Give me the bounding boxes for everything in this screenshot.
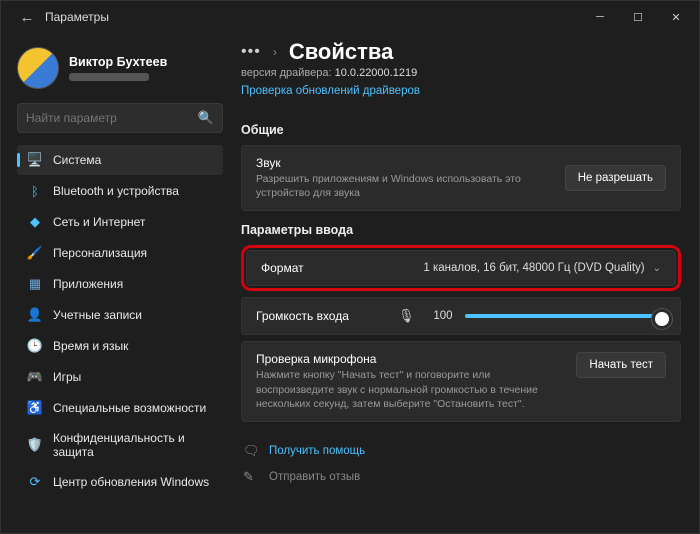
nav-personalization[interactable]: 🖌️ Персонализация (17, 238, 223, 268)
disallow-button[interactable]: Не разрешать (565, 165, 666, 191)
chevron-right-icon: › (273, 45, 277, 59)
nav-accessibility-label: Специальные возможности (53, 401, 206, 415)
sidebar: Виктор Бухтеев 🔍 🖥️ Система ᛒ Bluetooth и у… (1, 33, 231, 533)
nav-apps-icon: ▦ (27, 276, 43, 292)
page-title: Свойства (289, 39, 394, 65)
sound-card-title: Звук (256, 156, 551, 170)
nav-privacy[interactable]: 🛡️ Конфиденциальность и защита (17, 424, 223, 466)
driver-version-row: версия драйвера: 10.0.22000.1219 (241, 67, 681, 79)
section-input: Параметры ввода (241, 223, 681, 237)
nav-time-label: Время и язык (53, 339, 128, 353)
nav-list: 🖥️ Система ᛒ Bluetooth и устройства ◆ Сеть и … (17, 145, 223, 497)
send-feedback-link[interactable]: ✎ Отправить отзыв (241, 464, 681, 490)
volume-value: 100 (427, 310, 453, 322)
mic-test-title: Проверка микрофона (256, 352, 562, 366)
feedback-icon: ✎ (243, 469, 259, 485)
get-help-link[interactable]: 🗨 Получить помощь (241, 438, 681, 464)
check-driver-updates-link[interactable]: Проверка обновлений драйверов (241, 85, 420, 97)
nav-accounts-icon: 👤 (27, 307, 43, 323)
back-button[interactable]: ← (13, 3, 41, 31)
nav-bluetooth-label: Bluetooth и устройства (53, 184, 179, 198)
volume-slider[interactable] (465, 314, 666, 318)
minimize-button[interactable]: ─ (581, 3, 619, 31)
format-label: Формат (261, 261, 371, 275)
user-block[interactable]: Виктор Бухтеев (17, 41, 223, 103)
format-select[interactable]: Формат 1 каналов, 16 бит, 48000 Гц (DVD … (246, 250, 676, 286)
mic-test-card: Проверка микрофона Нажмите кнопку "Начат… (241, 341, 681, 422)
maximize-button[interactable]: ☐ (619, 3, 657, 31)
nav-apps[interactable]: ▦ Приложения (17, 269, 223, 299)
nav-update-icon: ⟳ (27, 474, 43, 490)
nav-personalization-icon: 🖌️ (27, 245, 43, 261)
highlight-box: Формат 1 каналов, 16 бит, 48000 Гц (DVD … (241, 245, 681, 291)
main-content: ••• › Свойства версия драйвера: 10.0.220… (231, 33, 699, 533)
nav-network[interactable]: ◆ Сеть и Интернет (17, 207, 223, 237)
avatar (17, 47, 59, 89)
close-button[interactable]: ✕ (657, 3, 695, 31)
nav-time[interactable]: 🕒 Время и язык (17, 331, 223, 361)
chevron-down-icon: ⌄ (653, 263, 661, 274)
breadcrumb-more[interactable]: ••• (241, 43, 261, 61)
window-title: Параметры (45, 10, 109, 24)
nav-system-icon: 🖥️ (27, 152, 43, 168)
sound-permission-card: Звук Разрешить приложениям и Windows исп… (241, 145, 681, 211)
section-general: Общие (241, 123, 681, 137)
nav-privacy-label: Конфиденциальность и защита (53, 431, 213, 459)
volume-label: Громкость входа (256, 309, 386, 323)
start-test-button[interactable]: Начать тест (576, 352, 666, 378)
sound-card-desc: Разрешить приложениям и Windows использо… (256, 172, 551, 200)
format-value: 1 каналов, 16 бит, 48000 Гц (DVD Quality… (371, 262, 653, 274)
nav-network-icon: ◆ (27, 214, 43, 230)
nav-update[interactable]: ⟳ Центр обновления Windows (17, 467, 223, 497)
titlebar: ← Параметры ─ ☐ ✕ (1, 1, 699, 33)
nav-gaming[interactable]: 🎮 Игры (17, 362, 223, 392)
search-icon: 🔍 (198, 110, 214, 126)
help-icon: 🗨 (243, 443, 259, 459)
nav-bluetooth[interactable]: ᛒ Bluetooth и устройства (17, 176, 223, 206)
mic-test-desc: Нажмите кнопку "Начать тест" и поговорит… (256, 368, 562, 411)
search-input[interactable] (26, 111, 198, 125)
nav-apps-label: Приложения (53, 277, 123, 291)
microphone-icon: 🎙 (398, 308, 415, 324)
nav-bluetooth-icon: ᛒ (27, 183, 43, 199)
user-email (69, 73, 149, 81)
nav-gaming-label: Игры (53, 370, 81, 384)
nav-accounts[interactable]: 👤 Учетные записи (17, 300, 223, 330)
nav-system-label: Система (53, 153, 101, 167)
settings-window: ← Параметры ─ ☐ ✕ Виктор Бухтеев 🔍 🖥️ Сис… (0, 0, 700, 534)
input-volume-row: Громкость входа 🎙 100 (241, 297, 681, 335)
nav-time-icon: 🕒 (27, 338, 43, 354)
nav-gaming-icon: 🎮 (27, 369, 43, 385)
nav-accessibility[interactable]: ♿ Специальные возможности (17, 393, 223, 423)
nav-accessibility-icon: ♿ (27, 400, 43, 416)
nav-system[interactable]: 🖥️ Система (17, 145, 223, 175)
user-name: Виктор Бухтеев (69, 55, 167, 69)
nav-privacy-icon: 🛡️ (27, 437, 43, 453)
nav-accounts-label: Учетные записи (53, 308, 142, 322)
nav-personalization-label: Персонализация (53, 246, 147, 260)
nav-network-label: Сеть и Интернет (53, 215, 145, 229)
search-box[interactable]: 🔍 (17, 103, 223, 133)
nav-update-label: Центр обновления Windows (53, 475, 209, 489)
